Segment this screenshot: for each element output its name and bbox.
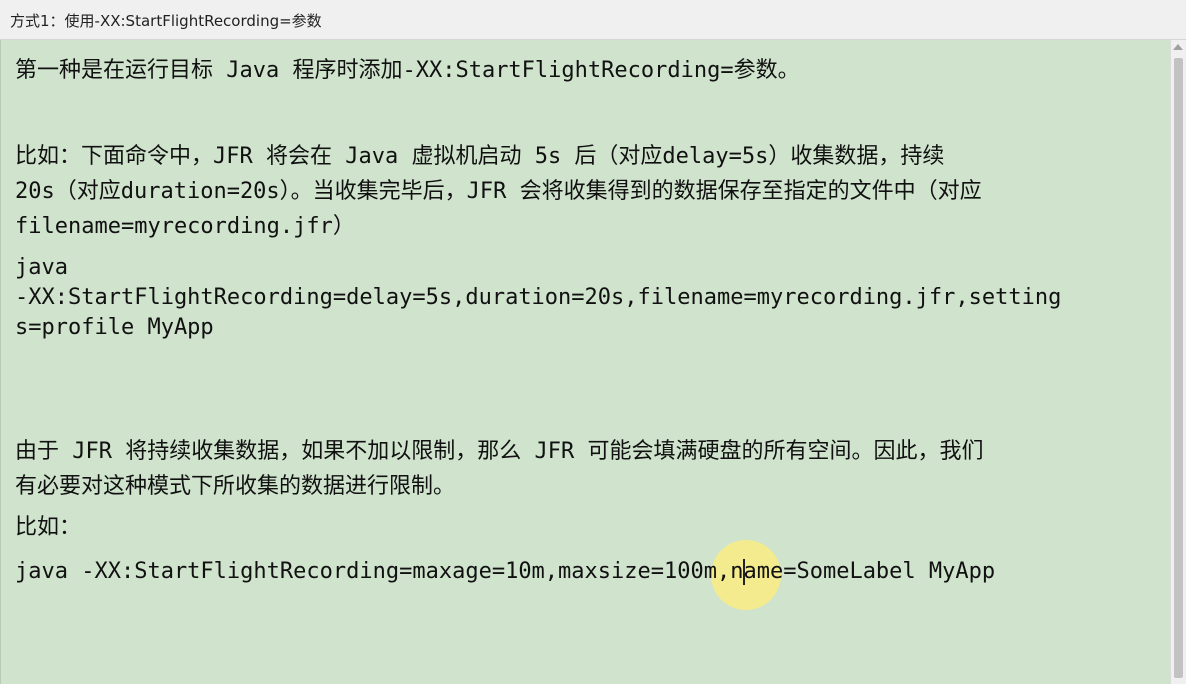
text-line: filename=myrecording.jfr） [15,214,355,239]
text-line: 第一种是在运行目标 Java 程序时添加-XX:StartFlightRecor… [15,58,800,83]
text-editor[interactable]: 第一种是在运行目标 Java 程序时添加-XX:StartFlightRecor… [0,40,1170,684]
code-line: java -XX:StartFlightRecording=maxage=10m… [15,559,996,584]
text-line: 20s（对应duration=20s）。当收集完毕后，JFR 会将收集得到的数据… [15,179,982,204]
code-line: s=profile MyApp [15,315,214,340]
scroll-up-arrow-icon[interactable] [1173,44,1183,50]
document-window: 方式1：使用-XX:StartFlightRecording=参数 第一种是在运… [0,0,1186,684]
window-title: 方式1：使用-XX:StartFlightRecording=参数 [10,12,322,30]
code-line: -XX:StartFlightRecording=delay=5s,durati… [15,285,1062,310]
code-line: java [15,255,68,280]
text-line: 有必要对这种模式下所收集的数据进行限制。 [15,474,456,499]
text-line: 由于 JFR 将持续收集数据，如果不加以限制，那么 JFR 可能会填满硬盘的所有… [15,439,984,464]
title-bar: 方式1：使用-XX:StartFlightRecording=参数 [0,0,1186,40]
scrollbar-thumb[interactable] [1174,58,1183,678]
text-line: 比如： [15,515,82,540]
text-caret [743,559,745,585]
vertical-scrollbar[interactable] [1170,40,1186,684]
text-line: 比如：下面命令中，JFR 将会在 Java 虚拟机启动 5s 后（对应delay… [15,144,945,169]
